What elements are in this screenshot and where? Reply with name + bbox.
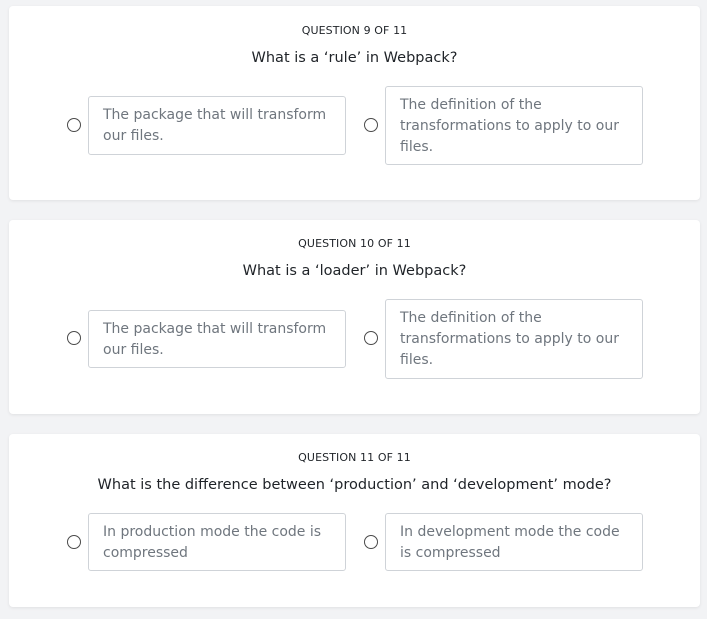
radio-option-1[interactable] — [67, 535, 81, 549]
question-card: QUESTION 10 OF 11 What is a ‘loader’ in … — [9, 220, 700, 414]
question-card: QUESTION 9 OF 11 What is a ‘rule’ in Web… — [9, 6, 700, 200]
answer-option-2[interactable]: The definition of the transformations to… — [385, 86, 643, 165]
question-counter: QUESTION 9 OF 11 — [301, 24, 408, 37]
question-counter: QUESTION 10 OF 11 — [298, 237, 411, 250]
radio-option-1[interactable] — [67, 331, 81, 345]
question-title: What is the difference between ‘producti… — [97, 477, 612, 493]
answer-option-1[interactable]: The package that will transform our file… — [88, 96, 346, 155]
question-card: QUESTION 11 OF 11 What is the difference… — [9, 434, 700, 607]
answer-option-2[interactable]: In development mode the code is compress… — [385, 513, 643, 571]
radio-option-2[interactable] — [364, 118, 378, 132]
answer-option-1[interactable]: The package that will transform our file… — [88, 310, 346, 368]
question-counter: QUESTION 11 OF 11 — [298, 451, 411, 464]
question-title: What is a ‘rule’ in Webpack? — [251, 50, 458, 66]
answer-option-2[interactable]: The definition of the transformations to… — [385, 299, 643, 379]
radio-option-2[interactable] — [364, 331, 378, 345]
radio-option-2[interactable] — [364, 535, 378, 549]
radio-option-1[interactable] — [67, 118, 81, 132]
question-title: What is a ‘loader’ in Webpack? — [242, 263, 467, 279]
answer-option-1[interactable]: In production mode the code is compresse… — [88, 513, 346, 571]
